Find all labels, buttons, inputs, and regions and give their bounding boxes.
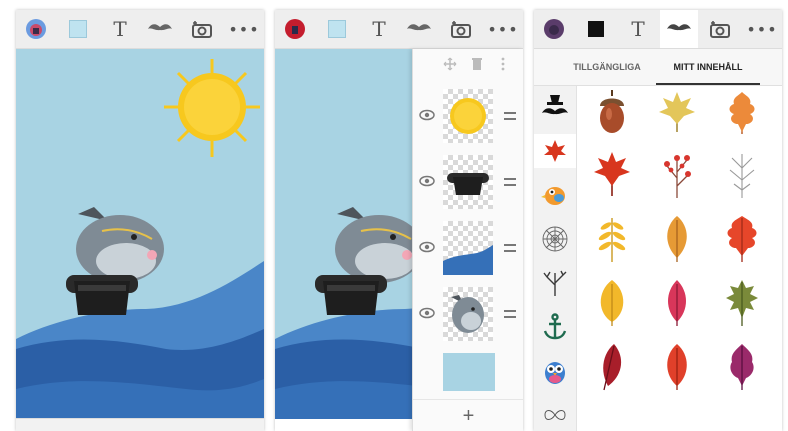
- color-swatch-icon[interactable]: [64, 15, 92, 43]
- color-swatch-icon[interactable]: [582, 15, 610, 43]
- sticker-orange-leaf[interactable]: [657, 212, 697, 266]
- add-layer-button[interactable]: +: [413, 399, 523, 431]
- avatar-icon[interactable]: [22, 15, 50, 43]
- background-layer-thumbnail[interactable]: [443, 353, 495, 391]
- shark-sticker[interactable]: [335, 207, 423, 283]
- more-label: •••: [746, 19, 778, 39]
- text-tool-icon[interactable]: T: [106, 15, 134, 43]
- drag-handle-icon[interactable]: [504, 244, 516, 252]
- more-icon[interactable]: •••: [746, 15, 778, 43]
- mustache-icon[interactable]: [405, 15, 433, 43]
- toolbar: T •••: [534, 10, 782, 49]
- more-label: •••: [228, 19, 260, 39]
- category-tree[interactable]: [538, 266, 572, 300]
- layer-thumbnail: [443, 155, 493, 209]
- layer-row-waves[interactable]: [413, 217, 523, 279]
- text-tool-label: T: [631, 17, 645, 41]
- more-icon[interactable]: •••: [487, 15, 519, 43]
- layer-thumbnail: [443, 287, 493, 341]
- waves[interactable]: [16, 261, 264, 419]
- sun-sticker[interactable]: [164, 59, 260, 157]
- eye-icon[interactable]: [419, 173, 435, 189]
- category-list: [534, 86, 577, 431]
- sticker-yellow-leaf[interactable]: [592, 276, 632, 330]
- layer-row-top-hat[interactable]: [413, 151, 523, 213]
- toolbar: T •••: [275, 10, 523, 49]
- sticker-yellow-maple-leaf[interactable]: [657, 86, 697, 140]
- sticker-picker-screen: T ••• TILLGÄNGLIGA MITT INNEHÅLL: [534, 10, 782, 431]
- sticker-yellow-fern-leaf[interactable]: [592, 212, 632, 266]
- category-anchor[interactable]: [538, 310, 572, 344]
- color-swatch-icon[interactable]: [323, 15, 351, 43]
- camera-icon[interactable]: [706, 15, 734, 43]
- sticker-berry-branch[interactable]: [657, 148, 697, 202]
- avatar-icon[interactable]: [281, 15, 309, 43]
- layers-header: [413, 49, 523, 79]
- text-tool-label: T: [113, 17, 127, 41]
- sticker-red-oak-leaf[interactable]: [722, 212, 762, 266]
- toolbar: T •••: [16, 10, 264, 49]
- sticker-acorn[interactable]: [592, 86, 632, 140]
- bottom-bar: [16, 418, 264, 431]
- tab-my-content[interactable]: MITT INNEHÅLL: [656, 49, 760, 85]
- category-autumn[interactable]: [534, 134, 576, 168]
- layer-thumbnail: [443, 89, 493, 143]
- move-icon[interactable]: [443, 57, 457, 71]
- trash-icon[interactable]: [471, 57, 483, 71]
- category-mustache[interactable]: [538, 90, 572, 124]
- drag-handle-icon[interactable]: [504, 112, 516, 120]
- drawing-canvas[interactable]: [16, 49, 264, 419]
- avatar-icon[interactable]: [540, 15, 568, 43]
- top-hat-sticker[interactable]: [66, 275, 138, 315]
- camera-icon[interactable]: [447, 15, 475, 43]
- more-icon[interactable]: •••: [228, 15, 260, 43]
- layers-panel: +: [412, 49, 523, 431]
- layer-thumbnail: [443, 221, 493, 275]
- drag-handle-icon[interactable]: [504, 178, 516, 186]
- sticker-purple-leaf[interactable]: [722, 340, 762, 394]
- category-owl[interactable]: [538, 354, 572, 388]
- sticker-grid: [582, 86, 782, 431]
- more-label: •••: [487, 19, 519, 39]
- category-bird[interactable]: [538, 178, 572, 212]
- mustache-icon[interactable]: [660, 10, 698, 48]
- drag-handle-icon[interactable]: [504, 310, 516, 318]
- tab-available[interactable]: TILLGÄNGLIGA: [558, 49, 656, 85]
- more-vertical-icon[interactable]: [501, 57, 505, 71]
- top-hat-sticker[interactable]: [315, 275, 387, 315]
- sticker-red-maple-leaf[interactable]: [592, 148, 632, 202]
- layer-row-shark[interactable]: [413, 283, 523, 345]
- editor-screen-2: T ••• +: [275, 10, 523, 431]
- sticker-pink-leaf[interactable]: [657, 276, 697, 330]
- sticker-green-oak-leaf[interactable]: [722, 276, 762, 330]
- text-tool-icon[interactable]: T: [624, 15, 652, 43]
- eye-icon[interactable]: [419, 305, 435, 321]
- eye-icon[interactable]: [419, 107, 435, 123]
- scene-illustration: [16, 59, 264, 419]
- mustache-icon[interactable]: [146, 15, 174, 43]
- text-tool-label: T: [372, 17, 386, 41]
- eye-icon[interactable]: [419, 239, 435, 255]
- editor-screen-1: T •••: [16, 10, 264, 431]
- sticker-tabs: TILLGÄNGLIGA MITT INNEHÅLL: [534, 49, 782, 86]
- category-spiderweb[interactable]: [538, 222, 572, 256]
- camera-icon[interactable]: [188, 15, 216, 43]
- category-ornament[interactable]: [538, 398, 572, 431]
- layer-row-sun[interactable]: [413, 85, 523, 147]
- sticker-orange-oak-leaf[interactable]: [722, 86, 762, 140]
- text-tool-icon[interactable]: T: [365, 15, 393, 43]
- sticker-crimson-leaf[interactable]: [592, 340, 632, 394]
- sticker-bare-branch[interactable]: [722, 148, 762, 202]
- sticker-red-leaf[interactable]: [657, 340, 697, 394]
- shark-sticker[interactable]: [76, 207, 164, 283]
